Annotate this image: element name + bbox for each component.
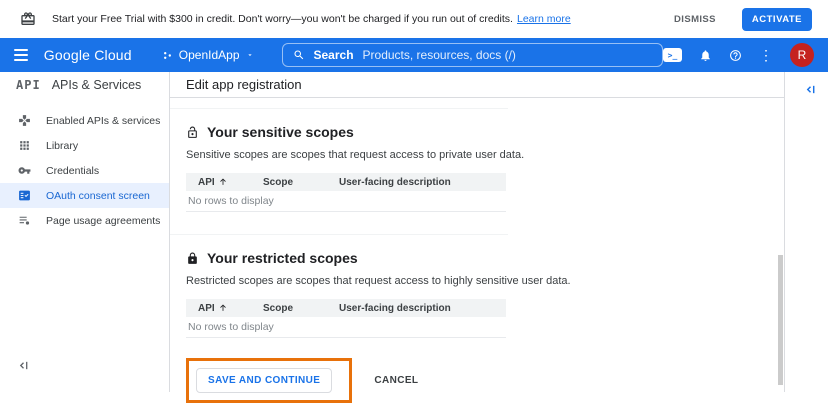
form-actions: SAVE AND CONTINUE CANCEL	[186, 358, 784, 403]
cloud-shell-icon[interactable]: >_	[663, 48, 682, 62]
section-title-row: Your sensitive scopes	[186, 124, 784, 140]
main-panel: Edit app registration Your sensitive sco…	[170, 72, 785, 392]
table-header-row: API Scope User-facing description	[186, 299, 506, 317]
sidebar-item-credentials[interactable]: Credentials	[0, 158, 169, 183]
more-vert-icon[interactable]: ⋮	[759, 48, 773, 62]
section-title: Your restricted scopes	[207, 250, 358, 266]
section-title: Your sensitive scopes	[207, 124, 354, 140]
section-divider	[170, 234, 508, 235]
save-and-continue-button[interactable]: SAVE AND CONTINUE	[196, 368, 332, 393]
google-cloud-console: Start your Free Trial with $300 in credi…	[0, 0, 828, 414]
column-header-description[interactable]: User-facing description	[339, 177, 506, 188]
sidebar-item-oauth-consent-screen[interactable]: OAuth consent screen	[0, 183, 169, 208]
section-description: Restricted scopes are scopes that reques…	[186, 275, 784, 287]
empty-table-row: No rows to display	[186, 191, 506, 212]
fact-check-icon	[18, 189, 31, 202]
appbar-actions: >_ ⋮ R	[663, 43, 814, 67]
banner-message: Start your Free Trial with $300 in credi…	[52, 13, 513, 25]
gamepad-icon	[18, 114, 31, 127]
lock-icon	[186, 252, 199, 265]
scopes-table: API Scope User-facing description No row…	[186, 299, 506, 338]
help-icon[interactable]	[729, 49, 742, 62]
column-label: API	[198, 177, 215, 188]
free-trial-banner: Start your Free Trial with $300 in credi…	[0, 0, 828, 38]
google-cloud-logo[interactable]: Google Cloud	[44, 47, 132, 63]
chevron-down-icon	[246, 51, 254, 59]
api-logo: API	[16, 78, 41, 92]
learn-more-link[interactable]: Learn more	[517, 13, 571, 25]
collapse-panel-icon[interactable]	[805, 82, 816, 100]
cancel-button[interactable]: CANCEL	[374, 375, 418, 386]
gift-icon	[20, 11, 36, 27]
sidebar: API APIs & Services Enabled APIs & servi…	[0, 72, 170, 392]
notifications-icon[interactable]	[699, 49, 712, 62]
table-header-row: API Scope User-facing description	[186, 173, 506, 191]
collapse-sidebar-icon[interactable]	[18, 358, 29, 376]
project-selector[interactable]: OpenIdApp	[162, 48, 254, 62]
column-header-api[interactable]: API	[186, 303, 263, 314]
sidebar-item-page-usage-agreements[interactable]: Page usage agreements	[0, 208, 169, 233]
apps-grid-icon	[18, 139, 31, 152]
column-header-scope[interactable]: Scope	[263, 303, 339, 314]
sidebar-item-label: Credentials	[46, 165, 99, 177]
right-panel-strip	[785, 72, 828, 392]
sidebar-header: API APIs & Services	[0, 72, 169, 98]
sidebar-item-library[interactable]: Library	[0, 133, 169, 158]
sensitive-scopes-section: Your sensitive scopes Sensitive scopes a…	[170, 124, 784, 212]
hamburger-menu-icon[interactable]	[14, 49, 28, 61]
vertical-scrollbar[interactable]	[778, 255, 783, 385]
sidebar-item-label: Page usage agreements	[46, 215, 160, 227]
sort-ascending-icon	[218, 177, 228, 187]
column-header-api[interactable]: API	[186, 177, 263, 188]
column-header-description[interactable]: User-facing description	[339, 303, 506, 314]
activate-button[interactable]: ACTIVATE	[742, 8, 812, 31]
column-header-scope[interactable]: Scope	[263, 177, 339, 188]
section-divider	[170, 108, 508, 109]
section-title-row: Your restricted scopes	[186, 250, 784, 266]
lock-open-icon	[186, 126, 199, 139]
restricted-scopes-section: Your restricted scopes Restricted scopes…	[170, 250, 784, 338]
section-description: Sensitive scopes are scopes that request…	[186, 149, 784, 161]
page-header: Edit app registration	[170, 72, 784, 98]
project-name: OpenIdApp	[179, 48, 240, 62]
search-icon	[293, 49, 305, 61]
search-input[interactable]: Search Products, resources, docs (/)	[282, 43, 664, 67]
sidebar-item-label: Enabled APIs & services	[46, 115, 160, 127]
empty-table-row: No rows to display	[186, 317, 506, 338]
search-placeholder: Products, resources, docs (/)	[363, 48, 516, 62]
column-label: API	[198, 303, 215, 314]
workspace: API APIs & Services Enabled APIs & servi…	[0, 72, 828, 392]
app-bar: Google Cloud OpenIdApp Search Products, …	[0, 38, 828, 72]
scopes-table: API Scope User-facing description No row…	[186, 173, 506, 212]
sort-ascending-icon	[218, 303, 228, 313]
sidebar-title: APIs & Services	[52, 78, 142, 92]
key-icon	[18, 164, 31, 177]
project-icon	[162, 50, 173, 61]
list-settings-icon	[18, 214, 31, 227]
sidebar-nav: Enabled APIs & services Library Credenti…	[0, 108, 169, 233]
sidebar-item-label: Library	[46, 140, 78, 152]
sidebar-item-enabled-apis[interactable]: Enabled APIs & services	[0, 108, 169, 133]
avatar[interactable]: R	[790, 43, 814, 67]
page-title: Edit app registration	[186, 77, 302, 92]
sidebar-item-label: OAuth consent screen	[46, 190, 150, 202]
search-label: Search	[314, 48, 354, 62]
highlight-annotation-box: SAVE AND CONTINUE	[186, 358, 352, 403]
dismiss-button[interactable]: DISMISS	[674, 14, 716, 25]
